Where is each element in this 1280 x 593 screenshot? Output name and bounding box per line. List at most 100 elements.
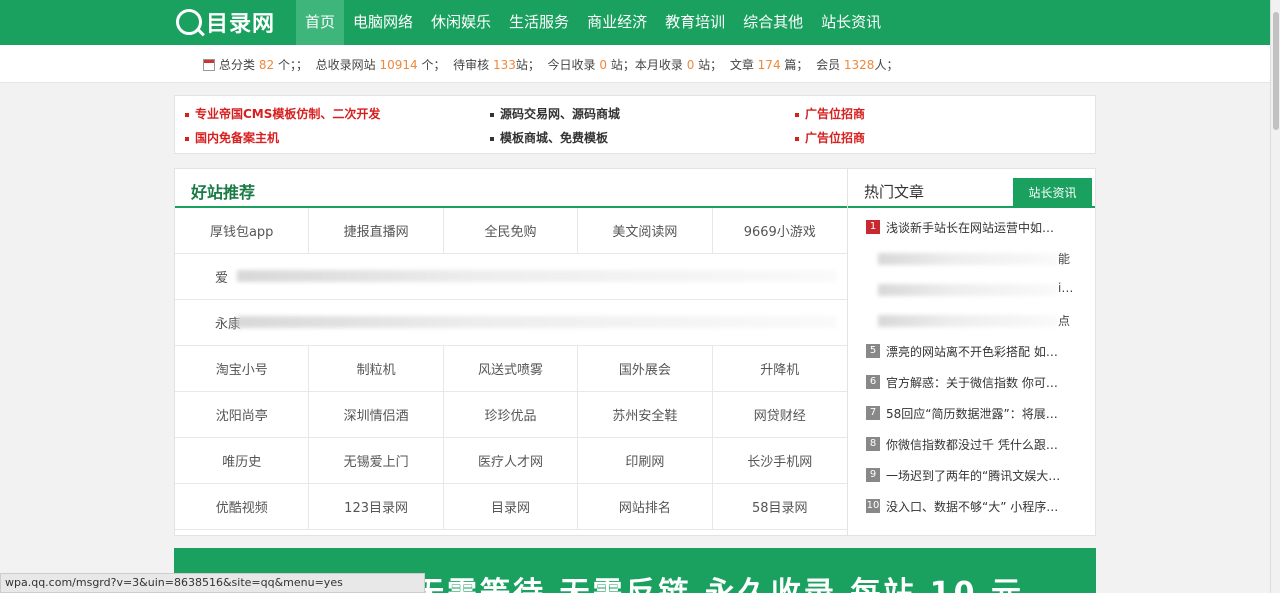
hot-article-item[interactable]: 5 漂亮的网站离不开色彩搭配 如… xyxy=(866,343,1088,359)
nav-item-education[interactable]: 教育培训 xyxy=(656,0,734,45)
ad-link-label: 专业帝国CMS模板仿制、二次开发 xyxy=(195,107,381,121)
hot-article-title: 没入口、数据不够“大” 小程序… xyxy=(886,499,1059,514)
site-link[interactable]: 沈阳尚亭 xyxy=(175,392,310,437)
stat-month-count: 0 xyxy=(686,57,695,72)
tab-webmaster-news[interactable]: 站长资讯 xyxy=(1013,178,1092,207)
stat-today-unit: 站； xyxy=(610,58,635,72)
site-stats: 总分类 82 个；； 总收录网站 10914 个； 待审核 133 站； 今日收录… xyxy=(203,56,898,73)
ad-link-source-market[interactable]: 源码交易网、源码商城 xyxy=(490,105,620,122)
stat-category-label: 总分类 xyxy=(219,58,256,72)
blurred-region xyxy=(878,315,1058,327)
title-underline xyxy=(848,206,1095,208)
nav-item-home[interactable]: 首页 xyxy=(296,0,345,45)
site-link[interactable]: 长沙手机网 xyxy=(713,438,847,483)
site-link[interactable]: 全民免购 xyxy=(444,208,579,253)
site-link[interactable]: 珍珍优品 xyxy=(444,392,579,437)
ad-link-slot-2[interactable]: 广告位招商 xyxy=(795,129,865,146)
site-link[interactable]: 苏州安全鞋 xyxy=(578,392,713,437)
ad-link-label: 广告位招商 xyxy=(805,107,866,121)
site-link[interactable]: 升降机 xyxy=(713,346,847,391)
site-link[interactable]: 优酷视频 xyxy=(175,484,310,529)
nav-item-computer-network[interactable]: 电脑网络 xyxy=(344,0,422,45)
site-link[interactable]: 深圳情侣酒 xyxy=(309,392,444,437)
stat-sites-unit: 个； xyxy=(421,58,446,72)
bullet-icon xyxy=(795,136,799,141)
site-link[interactable]: 淘宝小号 xyxy=(175,346,310,391)
recommended-title: 好站推荐 xyxy=(191,183,256,202)
site-link[interactable]: 网站排名 xyxy=(578,484,713,529)
site-link[interactable]: 9669小游戏 xyxy=(713,208,847,253)
site-link[interactable]: 唯历史 xyxy=(175,438,310,483)
bullet-icon xyxy=(490,136,494,141)
blurred-region xyxy=(237,270,837,282)
hot-article-item[interactable]: 1 浅谈新手站长在网站运营中如… xyxy=(866,219,1088,235)
rank-badge: 5 xyxy=(866,344,880,358)
rank-badge: 7 xyxy=(866,406,880,420)
stat-today-label: 今日收录 xyxy=(547,58,596,72)
blurred-region xyxy=(878,253,1058,265)
logo-text: 目录网 xyxy=(206,12,276,37)
nav-item-life-services[interactable]: 生活服务 xyxy=(500,0,578,45)
ad-link-hosting[interactable]: 国内免备案主机 xyxy=(185,129,279,146)
top-nav: 目录网 首页 电脑网络 休闲娱乐 生活服务 商业经济 教育培训 综合其他 站长资… xyxy=(0,0,1270,45)
stat-month-unit: 站； xyxy=(698,58,723,72)
site-link[interactable]: 医疗人才网 xyxy=(444,438,579,483)
grid-row: 厚钱包app 捷报直播网 全民免购 美文阅读网 9669小游戏 xyxy=(175,208,847,254)
hot-article-item[interactable]: 6 官方解惑：关于微信指数 你可… xyxy=(866,374,1088,390)
calendar-icon xyxy=(203,58,215,71)
bullet-icon xyxy=(185,136,189,141)
hot-article-title: 官方解惑：关于微信指数 你可… xyxy=(886,375,1058,390)
ad-link-cms[interactable]: 专业帝国CMS模板仿制、二次开发 xyxy=(185,105,380,122)
stat-article-unit: 篇； xyxy=(784,58,809,72)
hot-articles-title: 热门文章 xyxy=(864,183,925,201)
hot-article-fragment: 点 xyxy=(1058,314,1071,328)
site-link[interactable]: 目录网 xyxy=(444,484,579,529)
site-link[interactable]: 印刷网 xyxy=(578,438,713,483)
site-link[interactable]: 风送式喷雾 xyxy=(444,346,579,391)
stat-sites-label: 总收录网站 xyxy=(315,58,376,72)
site-link[interactable]: 制粒机 xyxy=(309,346,444,391)
site-link[interactable]: 123目录网 xyxy=(309,484,444,529)
scrollbar-thumb[interactable] xyxy=(1273,12,1279,130)
bullet-icon xyxy=(185,112,189,117)
site-grid: 厚钱包app 捷报直播网 全民免购 美文阅读网 9669小游戏 爱 永康 淘宝小… xyxy=(175,208,847,530)
stat-pending-unit: 站； xyxy=(515,58,540,72)
nav-item-webmaster-news[interactable]: 站长资讯 xyxy=(812,0,890,45)
bullet-icon xyxy=(490,112,494,117)
rank-badge: 9 xyxy=(866,468,880,482)
site-link[interactable]: 国外展会 xyxy=(578,346,713,391)
stat-today-count: 0 xyxy=(599,57,608,72)
site-link[interactable]: 58目录网 xyxy=(713,484,847,529)
stat-pending-label: 待审核 xyxy=(453,58,490,72)
stat-article-count: 174 xyxy=(757,57,781,72)
grid-row: 唯历史 无锡爱上门 医疗人才网 印刷网 长沙手机网 xyxy=(175,438,847,484)
site-link[interactable]: 网贷财经 xyxy=(713,392,847,437)
hot-article-title: 58回应“简历数据泄露”：将展… xyxy=(886,406,1058,421)
ad-link-slot-1[interactable]: 广告位招商 xyxy=(795,105,865,122)
hot-article-item[interactable]: 10 没入口、数据不够“大” 小程序… xyxy=(866,498,1088,514)
hot-article-item[interactable]: 7 58回应“简历数据泄露”：将展… xyxy=(866,405,1088,421)
site-logo[interactable]: 目录网 xyxy=(176,7,275,37)
hot-article-item[interactable]: 8 你微信指数都没过千 凭什么跟… xyxy=(866,436,1088,452)
ad-link-templates[interactable]: 模板商城、免费模板 xyxy=(490,129,608,146)
stat-member-count: 1328 xyxy=(843,57,875,72)
nav-item-entertainment[interactable]: 休闲娱乐 xyxy=(422,0,500,45)
nav-item-business[interactable]: 商业经济 xyxy=(578,0,656,45)
hot-article-fragment: i… xyxy=(1058,281,1074,295)
ad-link-label: 源码交易网、源码商城 xyxy=(500,107,621,121)
stat-category-unit: 个；； xyxy=(277,58,308,72)
hot-article-title: 浅谈新手站长在网站运营中如… xyxy=(886,220,1055,235)
ad-link-label: 国内免备案主机 xyxy=(195,131,280,145)
stat-article-label: 文章 xyxy=(729,58,754,72)
rank-badge: 1 xyxy=(866,220,880,234)
stat-pending-count: 133 xyxy=(492,57,516,72)
grid-row: 沈阳尚亭 深圳情侣酒 珍珍优品 苏州安全鞋 网贷财经 xyxy=(175,392,847,438)
hot-article-item[interactable]: 9 一场迟到了两年的“腾讯文娱大… xyxy=(866,467,1088,483)
grid-row: 淘宝小号 制粒机 风送式喷雾 国外展会 升降机 xyxy=(175,346,847,392)
nav-item-other[interactable]: 综合其他 xyxy=(734,0,812,45)
site-link[interactable]: 捷报直播网 xyxy=(309,208,444,253)
site-link[interactable]: 厚钱包app xyxy=(175,208,310,253)
site-link[interactable]: 无锡爱上门 xyxy=(309,438,444,483)
page-scrollbar[interactable] xyxy=(1270,0,1280,593)
site-link[interactable]: 美文阅读网 xyxy=(578,208,713,253)
